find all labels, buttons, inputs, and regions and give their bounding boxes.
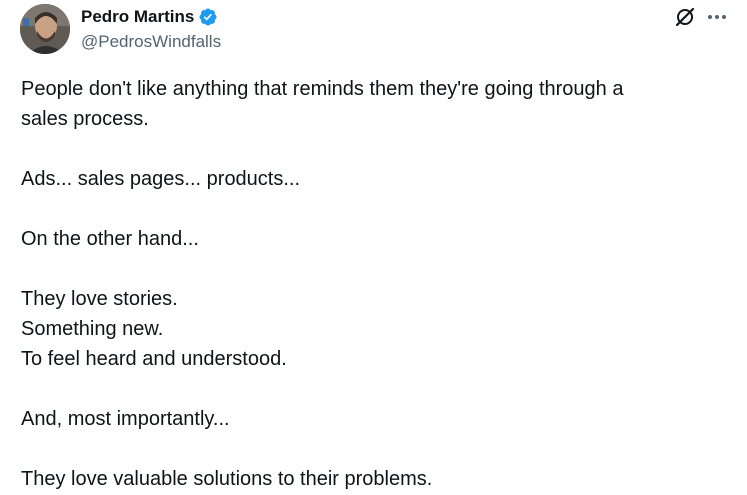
more-options-icon[interactable] (706, 8, 728, 26)
line-break (21, 374, 721, 404)
tweet-line: To feel heard and understood. (21, 348, 287, 370)
tweet-line: On the other hand... (21, 228, 199, 250)
grok-icon[interactable] (674, 6, 696, 28)
author-block: Pedro Martins @PedrosWindfalls (81, 6, 221, 53)
avatar[interactable] (20, 4, 70, 54)
tweet-line: Ads... sales pages... products... (21, 168, 301, 190)
tweet-line: People don't like anything that reminds … (21, 78, 624, 100)
display-name[interactable]: Pedro Martins (81, 6, 194, 28)
tweet-line: And, most importantly... (21, 408, 230, 430)
tweet: Pedro Martins @PedrosWindfalls People do… (0, 0, 747, 495)
tweet-line: Something new. (21, 318, 164, 340)
line-break (21, 194, 721, 224)
verified-badge-icon (198, 7, 218, 27)
line-break (21, 434, 721, 464)
tweet-text: People don't like anything that reminds … (21, 74, 721, 494)
author-handle[interactable]: @PedrosWindfalls (81, 31, 221, 53)
tweet-line: sales process. (21, 108, 149, 130)
tweet-line: They love valuable solutions to their pr… (21, 468, 433, 490)
line-break (21, 134, 721, 164)
line-break (21, 254, 721, 284)
tweet-line: They love stories. (21, 288, 178, 310)
